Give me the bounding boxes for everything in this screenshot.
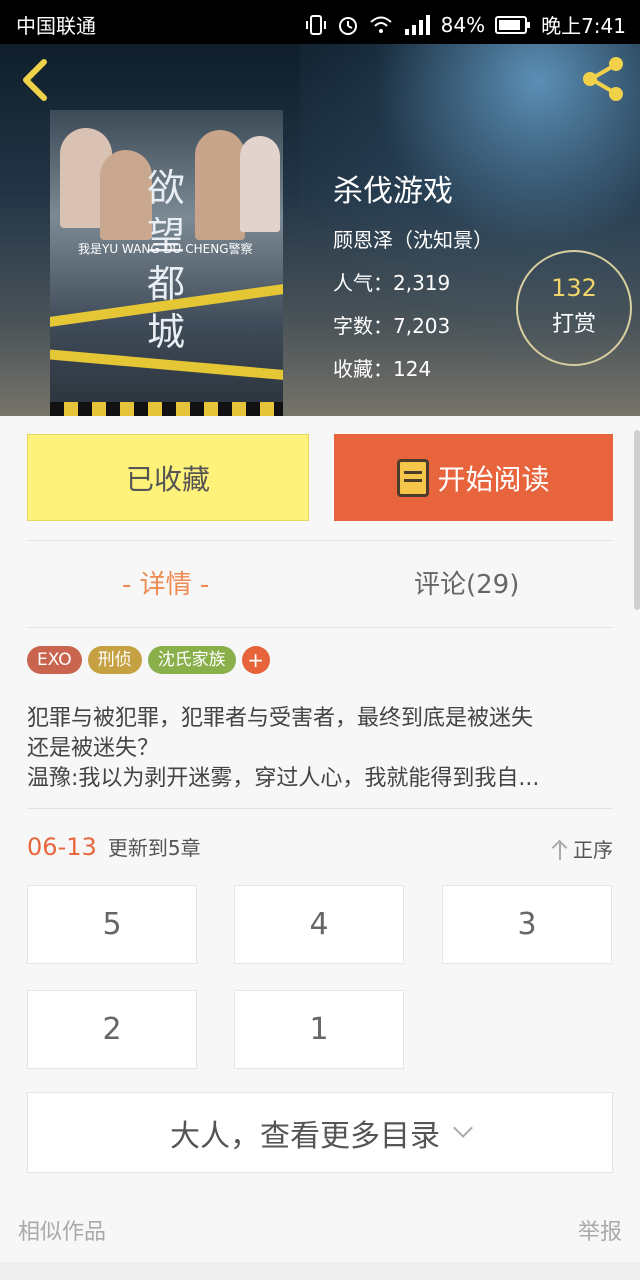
tip-button[interactable]: 132 打赏 — [516, 250, 632, 366]
book-favorites: 收藏：124 — [333, 357, 432, 381]
similar-works-label: 相似作品 — [18, 1220, 107, 1245]
scrollbar[interactable] — [634, 430, 640, 610]
tab-comments[interactable]: 评论(29) — [414, 564, 519, 601]
add-tag-button[interactable]: + — [241, 646, 270, 674]
book-author[interactable]: 顾恩泽（沈知景） — [333, 224, 493, 253]
chapter-button[interactable]: 1 — [234, 990, 404, 1069]
book-info: 杀伐游戏 顾恩泽（沈知景） 人气：2,319 字数：7,203 收藏：124 — [333, 166, 493, 396]
chapter-button[interactable]: 5 — [27, 885, 197, 964]
alarm-icon — [338, 16, 357, 35]
update-date: 06-13 — [27, 833, 97, 861]
status-icons: 84% 晚上7:41 — [305, 10, 626, 39]
book-popularity: 人气：2,319 — [333, 271, 451, 295]
chapter-button[interactable]: 2 — [27, 990, 197, 1069]
sort-order-button[interactable]: 正序 — [553, 834, 613, 863]
book-title: 杀伐游戏 — [333, 174, 453, 209]
divider — [27, 627, 613, 628]
description-line: 还是被迷失？ — [27, 736, 160, 761]
cover-figure — [100, 150, 152, 240]
chevron-down-icon — [453, 1117, 473, 1138]
more-catalog-label: 大人，查看更多目录 — [170, 1118, 440, 1154]
vibrate-icon — [305, 14, 326, 35]
bottom-edge — [0, 1262, 640, 1280]
signal-icon — [404, 14, 430, 35]
chapter-button[interactable]: 4 — [234, 885, 404, 964]
carrier-name: 中国联通 — [16, 14, 96, 38]
book-header: 欲望都城 我是YU WANG DU CHENG警察 杀伐游戏 顾恩泽（沈知景） … — [0, 44, 640, 416]
tag-item[interactable]: 刑侦 — [87, 646, 142, 674]
cover-title: 欲望都城 — [146, 166, 185, 354]
cover-figure — [240, 136, 280, 232]
hazard-stripes — [50, 402, 283, 416]
cover-figure — [195, 130, 245, 240]
tag-item[interactable]: 沈氏家族 — [147, 646, 236, 674]
update-text: 更新到5章 — [107, 836, 201, 860]
back-arrow-icon[interactable] — [18, 58, 52, 102]
tag-list: EXO 刑侦 沈氏家族 + — [27, 646, 270, 674]
footer: 相似作品 举报 — [18, 1214, 622, 1246]
start-reading-label: 开始阅读 — [437, 462, 550, 496]
tab-bar: - 详情 - 评论(29) — [0, 542, 640, 626]
book-word-count: 字数：7,203 — [333, 314, 451, 338]
clock: 晚上7:41 — [541, 14, 626, 38]
more-catalog-button[interactable]: 大人，查看更多目录 — [27, 1092, 613, 1173]
battery-icon — [495, 15, 531, 34]
description-line: 温豫:我以为剥开迷雾，穿过人心，我就能得到我自... — [27, 766, 540, 791]
divider — [27, 540, 613, 541]
status-bar: 中国联通 84% 晚上7:41 — [0, 0, 640, 44]
description-line: 犯罪与被犯罪，犯罪者与受害者，最终到底是被迷失 — [27, 706, 534, 731]
favorited-button[interactable]: 已收藏 — [27, 434, 309, 521]
book-description[interactable]: 犯罪与被犯罪，犯罪者与受害者，最终到底是被迷失 还是被迷失？ 温豫:我以为剥开迷… — [27, 704, 613, 794]
book-icon — [397, 458, 430, 497]
report-button[interactable]: 举报 — [578, 1214, 622, 1246]
sort-order-label: 正序 — [573, 838, 613, 862]
update-info: 06-13 更新到5章 正序 — [27, 832, 613, 862]
start-reading-button[interactable]: 开始阅读 — [334, 434, 613, 521]
chapter-button[interactable]: 3 — [442, 885, 612, 964]
book-cover[interactable]: 欲望都城 我是YU WANG DU CHENG警察 — [50, 110, 283, 416]
battery-percent: 84% — [440, 12, 486, 37]
tag-item[interactable]: EXO — [27, 646, 82, 674]
share-icon[interactable] — [578, 54, 628, 104]
tip-count: 132 — [551, 274, 597, 302]
action-buttons: 已收藏 开始阅读 — [0, 434, 640, 522]
divider — [27, 808, 613, 809]
cover-subtitle: 我是YU WANG DU CHENG警察 — [78, 242, 253, 256]
tip-label: 打赏 — [551, 312, 596, 337]
wifi-icon — [369, 16, 392, 33]
arrow-up-icon — [553, 840, 567, 860]
tab-detail[interactable]: - 详情 - — [122, 564, 209, 601]
